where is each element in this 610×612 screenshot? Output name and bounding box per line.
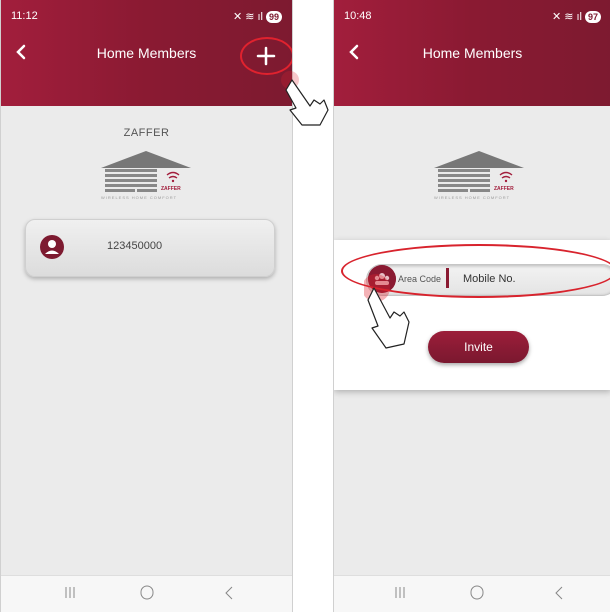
status-icons: ✕ ≋ ıl 99 xyxy=(233,10,282,23)
svg-text:ZAFFER: ZAFFER xyxy=(494,186,514,192)
invite-button[interactable]: Invite xyxy=(428,331,529,363)
zaffer-logo: ZAFFER WIRELESS HOME COMFORT xyxy=(101,151,191,200)
svg-text:ZAFFER: ZAFFER xyxy=(161,186,181,192)
person-icon xyxy=(40,235,64,259)
member-card[interactable]: 123450000 xyxy=(25,219,275,277)
home-icon[interactable] xyxy=(139,584,155,602)
page-title: Home Members xyxy=(422,45,523,61)
app-header: 10:48 ✕ ≋ ıl 97 Home Members xyxy=(334,0,610,106)
member-number: 123450000 xyxy=(107,240,163,252)
phone-right: 10:48 ✕ ≋ ıl 97 Home Members ZAFFER WIRE… xyxy=(333,0,610,612)
recent-apps-icon[interactable] xyxy=(64,584,76,600)
status-time: 10:48 xyxy=(344,10,372,22)
zaffer-logo: ZAFFER WIRELESS HOME COMFORT xyxy=(434,151,524,200)
phone-left: 11:12 ✕ ≋ ıl 99 Home Members ZAFFER ZAFF… xyxy=(0,0,293,612)
system-nav-bar xyxy=(334,575,610,612)
battery-badge: 99 xyxy=(265,10,282,23)
tap-hand-icon xyxy=(364,274,410,349)
nav-back-icon[interactable] xyxy=(223,584,235,600)
signal-icon: ✕ ≋ ıl xyxy=(551,11,582,23)
battery-badge: 97 xyxy=(584,10,601,23)
tap-hand-icon xyxy=(281,71,329,126)
system-nav-bar xyxy=(1,575,292,612)
status-time: 11:12 xyxy=(11,10,38,22)
status-bar: 11:12 ✕ ≋ ıl 99 xyxy=(11,10,282,26)
svg-text:WIRELESS HOME COMFORT: WIRELESS HOME COMFORT xyxy=(101,195,177,200)
signal-icon: ✕ ≋ ıl xyxy=(232,11,263,23)
status-bar: 10:48 ✕ ≋ ıl 97 xyxy=(344,10,601,26)
recent-apps-icon[interactable] xyxy=(394,584,406,600)
home-icon[interactable] xyxy=(469,584,485,602)
nav-back-icon[interactable] xyxy=(553,584,565,600)
status-icons: ✕ ≋ ıl 97 xyxy=(552,10,601,23)
home-name: ZAFFER xyxy=(123,127,170,139)
svg-text:WIRELESS HOME COMFORT: WIRELESS HOME COMFORT xyxy=(434,195,510,200)
